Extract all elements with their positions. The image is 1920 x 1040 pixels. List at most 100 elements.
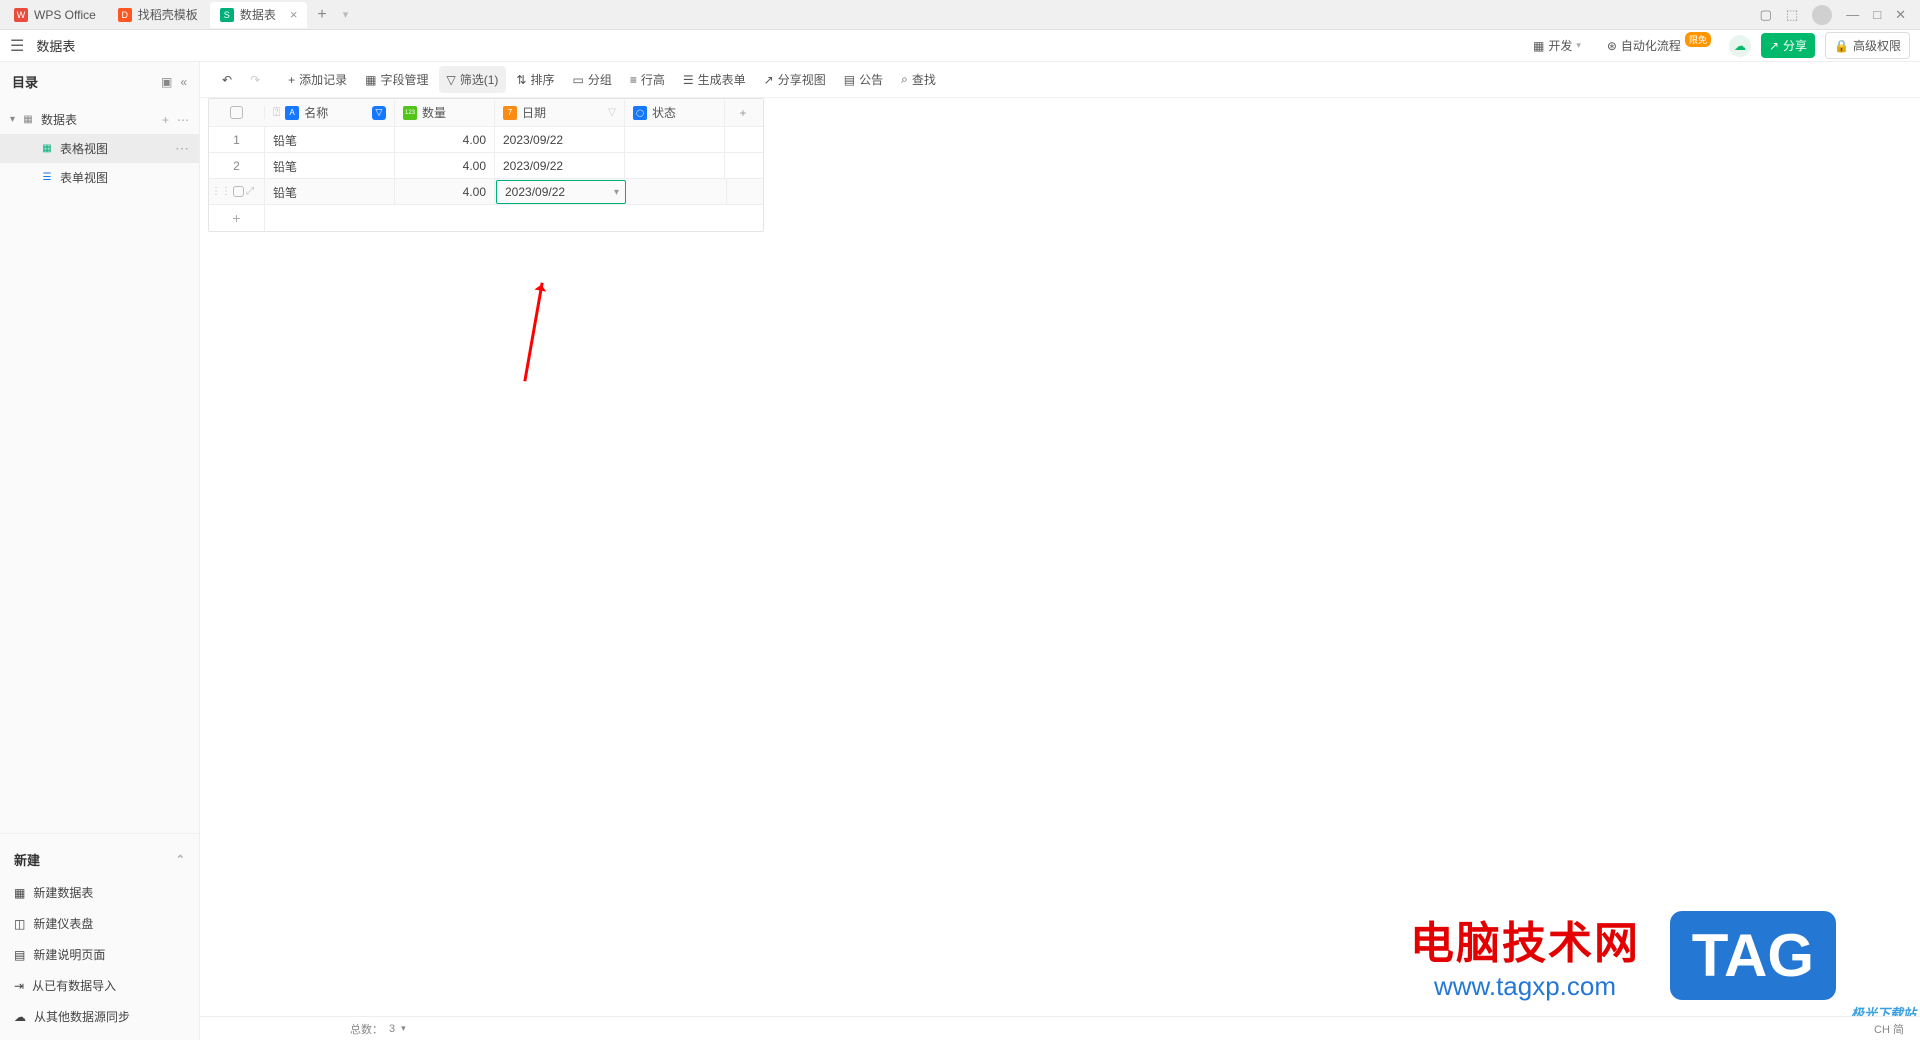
new-datatable-button[interactable]: ▦ 新建数据表	[0, 877, 199, 908]
tab-template[interactable]: D 找稻壳模板	[108, 2, 208, 28]
cloud-sync-icon[interactable]: ☁	[1729, 35, 1751, 57]
column-header-date[interactable]: 日期 ▽	[495, 100, 625, 126]
cell-status[interactable]	[625, 153, 725, 179]
cell-name[interactable]: 铅笔	[265, 179, 395, 205]
column-header-quantity[interactable]: 数量	[395, 100, 495, 126]
row-number[interactable]: ⋮⋮ ⤢	[209, 179, 265, 204]
column-header-name[interactable]: ⍰ 名称 ▽	[265, 100, 395, 126]
cell-quantity[interactable]: 4.00	[395, 127, 495, 153]
chevron-down-icon: ▾	[1576, 40, 1581, 51]
new-description-page-button[interactable]: ▤ 新建说明页面	[0, 939, 199, 970]
filter-icon[interactable]: ▽	[608, 107, 616, 118]
sidebar-panel-icon[interactable]: ▣	[161, 75, 172, 89]
tab-label: WPS Office	[34, 8, 96, 22]
tab-label: 数据表	[240, 6, 276, 23]
add-column-button[interactable]: +	[725, 106, 761, 120]
sidebar-header: 目录 ▣ «	[0, 62, 199, 101]
ime-indicator[interactable]: CH 简	[1874, 1021, 1904, 1037]
cloud-icon: ☁	[14, 1010, 26, 1024]
generate-form-button[interactable]: ☰生成表单	[675, 66, 754, 93]
tab-label: 找稻壳模板	[138, 6, 198, 23]
avatar[interactable]	[1812, 5, 1832, 25]
more-icon[interactable]: ⋯	[177, 113, 189, 127]
select-all-checkbox[interactable]	[209, 106, 265, 119]
panel-icon[interactable]: ▢	[1760, 7, 1772, 23]
row-height-button[interactable]: ≡行高	[622, 66, 673, 93]
cube-icon[interactable]: ⬚	[1786, 7, 1798, 23]
hamburger-icon[interactable]: ☰	[10, 36, 24, 56]
filter-button[interactable]: ▽筛选(1)	[439, 66, 507, 93]
new-section-toggle[interactable]: 新建 ⌃	[0, 842, 199, 877]
add-record-button[interactable]: +添加记录	[280, 66, 355, 93]
tab-menu-chevron[interactable]: ▾	[335, 8, 357, 21]
share-button[interactable]: ↗ 分享	[1761, 33, 1815, 58]
content-area: ↶ ↷ +添加记录 ▦字段管理 ▽筛选(1) ⇅排序 ▭分组 ≡行高 ☰生成表单…	[200, 62, 1920, 1040]
view-toolbar: ↶ ↷ +添加记录 ▦字段管理 ▽筛选(1) ⇅排序 ▭分组 ≡行高 ☰生成表单…	[200, 62, 1920, 98]
new-dashboard-button[interactable]: ◫ 新建仪表盘	[0, 908, 199, 939]
new-tab-button[interactable]: +	[309, 6, 334, 24]
table-row[interactable]: ⋮⋮ ⤢ 铅笔 4.00 2023/09/22 ▾	[209, 179, 763, 205]
page-icon: ▤	[14, 948, 25, 962]
row-height-icon: ≡	[630, 73, 637, 87]
chevron-down-icon: ▾	[10, 114, 15, 125]
cell-name[interactable]: 铅笔	[265, 153, 395, 179]
grid-icon: ▦	[365, 73, 376, 87]
close-window-icon[interactable]: ✕	[1895, 7, 1906, 23]
cell-date[interactable]: 2023/09/22	[495, 153, 625, 179]
window-controls: ▢ ⬚ — □ ✕	[1760, 5, 1916, 25]
table-row[interactable]: 1 铅笔 4.00 2023/09/22	[209, 127, 763, 153]
undo-button[interactable]: ↶	[214, 68, 240, 92]
title-bar: ☰ 数据表 ▦ 开发 ▾ ⊛ 自动化流程 限免 ☁ ↗ 分享 🔒 高级权限	[0, 30, 1920, 62]
dropdown-icon[interactable]: ▾	[614, 187, 619, 198]
cell-status[interactable]	[627, 179, 727, 205]
permission-button[interactable]: 🔒 高级权限	[1825, 32, 1910, 59]
tree-item-form-view[interactable]: ☰ 表单视图	[0, 163, 199, 192]
sync-data-button[interactable]: ☁ 从其他数据源同步	[0, 1001, 199, 1032]
drag-handle-icon[interactable]: ⋮⋮	[211, 186, 231, 197]
sort-button[interactable]: ⇅排序	[508, 66, 562, 93]
maximize-icon[interactable]: □	[1873, 7, 1881, 22]
redo-button[interactable]: ↷	[242, 68, 268, 92]
add-row-button[interactable]: +	[209, 205, 265, 231]
tree-root-datatable[interactable]: ▾ ▦ 数据表 + ⋯	[0, 105, 199, 134]
automation-button[interactable]: ⊛ 自动化流程 限免	[1599, 33, 1719, 58]
add-icon[interactable]: +	[162, 113, 169, 127]
import-data-button[interactable]: ⇥ 从已有数据导入	[0, 970, 199, 1001]
app-tab-bar: W WPS Office D 找稻壳模板 S 数据表 × + ▾ ▢ ⬚ — □…	[0, 0, 1920, 30]
filter-active-badge[interactable]: ▽	[372, 106, 386, 120]
tree-item-grid-view[interactable]: ▦ 表格视图 ⋯	[0, 134, 199, 163]
collapse-sidebar-icon[interactable]: «	[180, 75, 187, 89]
close-icon[interactable]: ×	[290, 7, 298, 22]
row-count[interactable]: 总数： 3 ▾	[350, 1021, 406, 1037]
lock-icon: ⍰	[273, 105, 280, 120]
announce-button[interactable]: ▤公告	[836, 66, 891, 93]
share-view-button[interactable]: ↗分享视图	[756, 66, 834, 93]
cell-quantity[interactable]: 4.00	[395, 153, 495, 179]
group-button[interactable]: ▭分组	[565, 66, 620, 93]
cell-name[interactable]: 铅笔	[265, 127, 395, 153]
minimize-icon[interactable]: —	[1846, 7, 1859, 22]
search-button[interactable]: ⌕查找	[893, 66, 944, 93]
dev-button[interactable]: ▦ 开发 ▾	[1525, 33, 1589, 58]
text-field-icon	[285, 106, 299, 120]
cell-date[interactable]: 2023/09/22	[495, 127, 625, 153]
add-row[interactable]: +	[209, 205, 763, 231]
row-number[interactable]: 1	[209, 127, 265, 152]
data-table: ⍰ 名称 ▽ 数量 日期 ▽	[208, 98, 764, 232]
share-icon: ↗	[764, 73, 774, 87]
cell-quantity[interactable]: 4.00	[395, 179, 495, 205]
more-icon[interactable]: ⋯	[175, 140, 189, 157]
layout-icon: ▦	[1533, 39, 1544, 53]
tab-wps-office[interactable]: W WPS Office	[4, 2, 106, 28]
field-management-button[interactable]: ▦字段管理	[357, 66, 436, 93]
table-row[interactable]: 2 铅笔 4.00 2023/09/22	[209, 153, 763, 179]
column-header-status[interactable]: 状态	[625, 100, 725, 126]
cell-date-active[interactable]: 2023/09/22 ▾	[496, 180, 626, 204]
expand-icon[interactable]: ⤢	[246, 186, 254, 197]
tab-datatable[interactable]: S 数据表 ×	[210, 2, 308, 28]
row-number[interactable]: 2	[209, 153, 265, 178]
table-header-row: ⍰ 名称 ▽ 数量 日期 ▽	[209, 99, 763, 127]
table-icon: ▦	[14, 886, 25, 900]
free-badge: 限免	[1685, 32, 1711, 47]
cell-status[interactable]	[625, 127, 725, 153]
